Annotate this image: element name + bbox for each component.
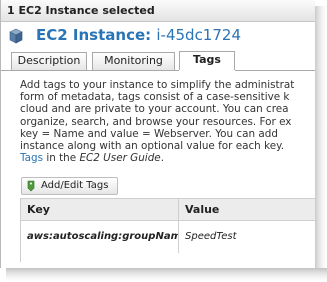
description-line: key = Name and value = Webserver. You ca… [20, 127, 278, 140]
tag-value-cell: SpeedTest [185, 231, 237, 242]
cube-icon [9, 28, 23, 44]
tags-description: Add tags to your instance to simplify th… [20, 79, 315, 171]
tab-description[interactable]: Description [11, 52, 87, 70]
tab-divider [1, 70, 315, 71]
instance-id: i-45dc1724 [156, 26, 241, 44]
description-line: form of metadata, tags consist of a case… [20, 91, 290, 104]
tags-table: Key Value aws:autoscaling:groupName Spee… [20, 198, 315, 262]
instance-header: EC2 Instance: i-45dc1724 [9, 25, 315, 47]
instance-title: EC2 Instance: i-45dc1724 [36, 25, 241, 45]
tab-monitoring[interactable]: Monitoring [92, 52, 175, 70]
tab-tags[interactable]: Tags [179, 51, 235, 71]
selection-title-bar: 1 EC2 Instance selected [1, 0, 315, 22]
tab-divider-gap [179, 70, 235, 71]
column-header-key[interactable]: Key [21, 199, 179, 221]
description-line: Tags in the EC2 User Guide. [20, 152, 315, 164]
add-edit-tags-button[interactable]: Add/Edit Tags [21, 177, 118, 195]
column-header-value[interactable]: Value [179, 199, 315, 221]
panel-shadow-right [314, 6, 327, 276]
description-text: in the [43, 152, 80, 165]
description-line: Add tags to your instance to simplify th… [20, 79, 295, 91]
panel-shadow-bottom [6, 268, 327, 282]
description-line: instance along with an optional value fo… [20, 140, 285, 153]
instance-details-panel: 1 EC2 Instance selected EC2 Instance: i-… [0, 0, 315, 268]
description-line: organize, search, and browse your resour… [20, 115, 292, 128]
description-text: . [160, 152, 164, 165]
instance-title-prefix: EC2 Instance: [36, 26, 152, 44]
tags-doc-link[interactable]: Tags [20, 152, 43, 164]
user-guide-name: EC2 User Guide [79, 152, 161, 165]
add-edit-tags-label: Add/Edit Tags [41, 180, 109, 191]
description-line: cloud and are private to your account. Y… [20, 103, 289, 116]
tag-icon [26, 180, 36, 192]
tag-key-cell: aws:autoscaling:groupName [21, 221, 179, 253]
